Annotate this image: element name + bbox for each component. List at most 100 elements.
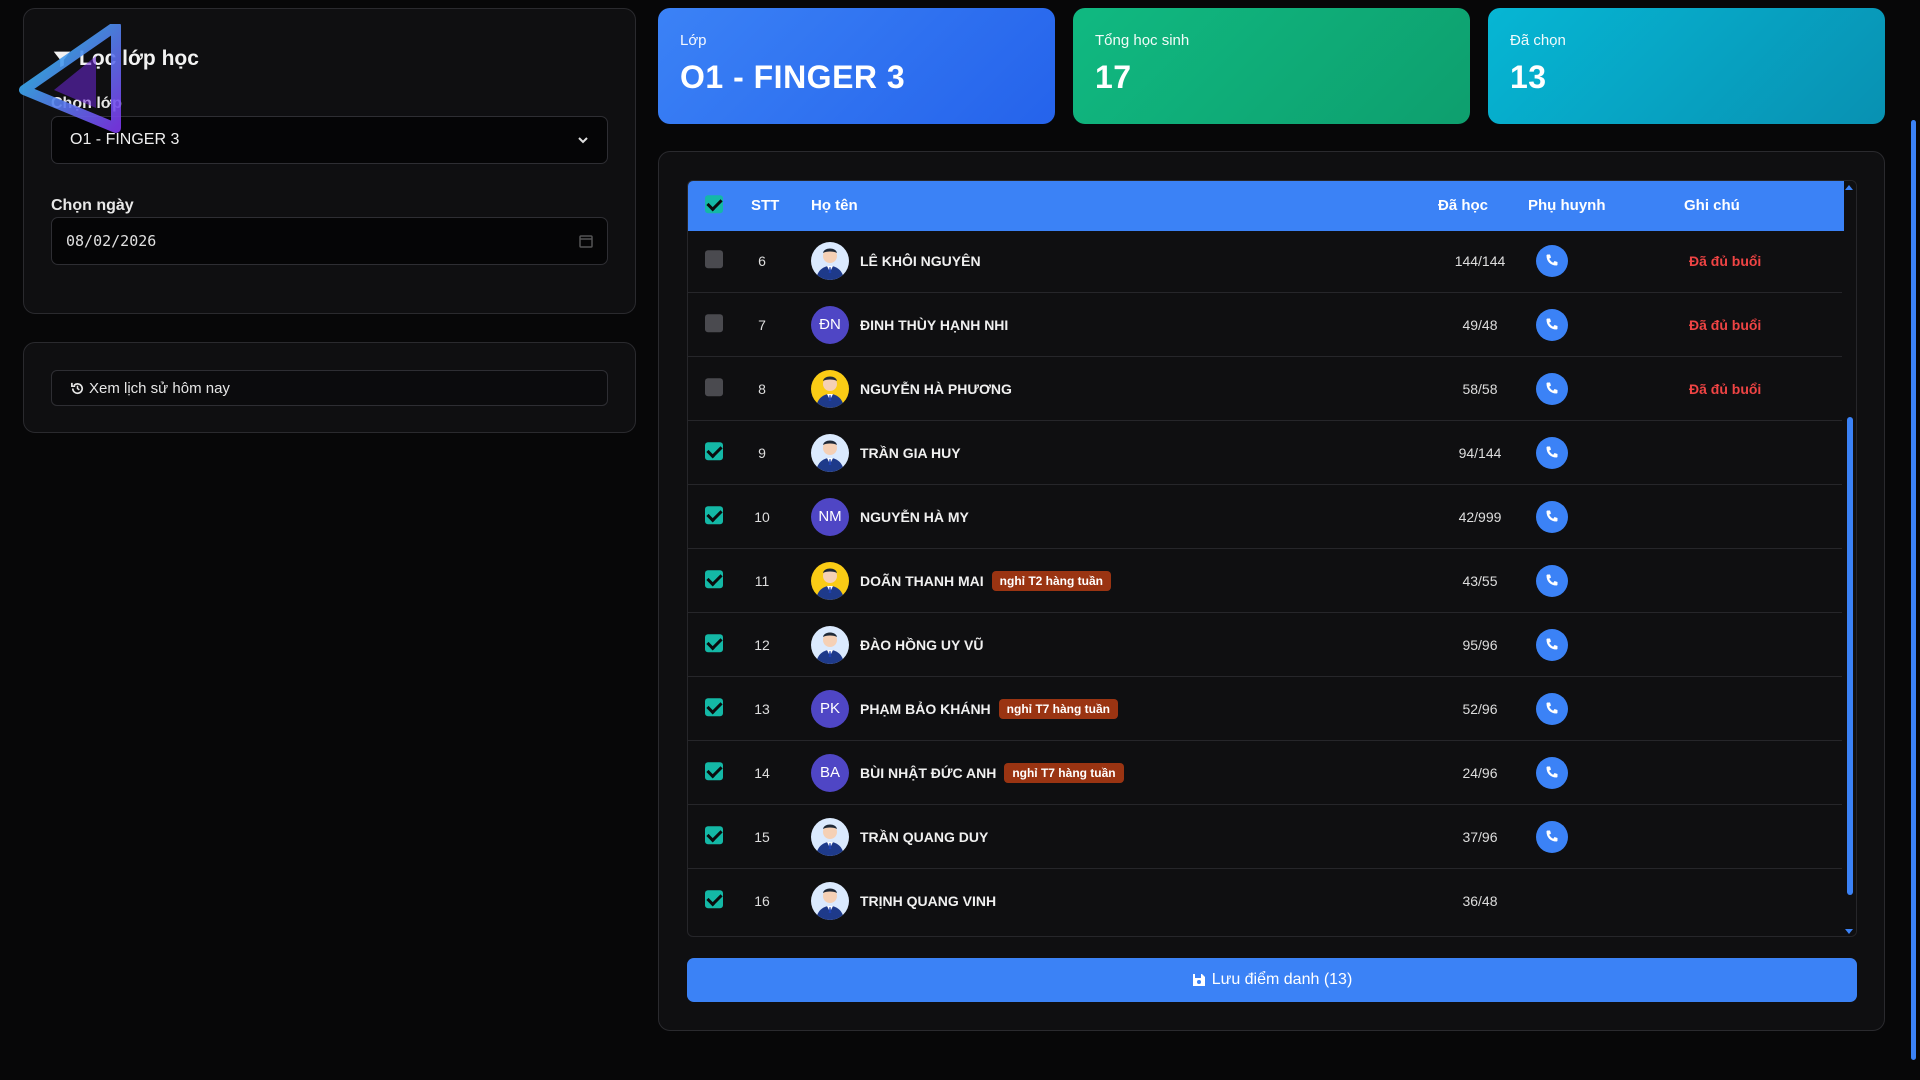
chevron-down-icon (578, 137, 588, 144)
floppy-disk-icon (1192, 974, 1205, 986)
student-name-text: TRẦN GIA HUY (860, 444, 961, 461)
call-parent-button[interactable] (1536, 244, 1568, 277)
stat-selected-label: Đã chọn (1510, 32, 1566, 49)
table-row[interactable]: 15 TRẦN QUANG DUY 37/96 (688, 804, 1844, 868)
call-parent-button[interactable] (1536, 820, 1568, 853)
row-stt: 16 (754, 892, 770, 909)
row-stt: 11 (754, 572, 770, 589)
row-checkbox[interactable] (705, 697, 723, 716)
attended-count: 49/48 (1462, 316, 1498, 333)
call-parent-button[interactable] (1536, 436, 1568, 469)
table-row[interactable]: 13 PK PHẠM BẢO KHÁNH nghỉ T7 hàng tuần 52… (688, 676, 1844, 740)
student-name: LÊ KHÔI NGUYÊN (860, 253, 981, 269)
call-parent-button[interactable] (1536, 500, 1568, 533)
row-stt: 7 (758, 316, 766, 333)
call-parent-button[interactable] (1536, 308, 1568, 341)
save-attendance-button[interactable]: Lưu điểm danh (13) (687, 958, 1857, 1002)
header-name: Họ tên (811, 197, 858, 214)
row-stt: 14 (754, 764, 770, 781)
phone-icon (1544, 573, 1560, 589)
attended-count: 37/96 (1462, 828, 1498, 845)
date-input-label: Chọn ngày (51, 197, 134, 214)
scroll-down-arrow[interactable] (1845, 929, 1853, 934)
stat-card-selected: Đã chọn 13 (1488, 8, 1885, 124)
student-name: TRỊNH QUANG VINH (860, 893, 996, 909)
row-checkbox[interactable] (705, 889, 723, 908)
row-checkbox[interactable] (705, 441, 723, 460)
stat-card-total-students: Tổng học sinh 17 (1073, 8, 1470, 124)
call-parent-button[interactable] (1536, 756, 1568, 789)
table-row[interactable]: 7 ĐN ĐINH THÙY HẠNH NHI 49/48 Đã đủ buổi (688, 292, 1844, 356)
page-scrollbar[interactable] (1911, 120, 1916, 1060)
student-name-text: PHẠM BẢO KHÁNH (860, 700, 991, 717)
call-parent-button[interactable] (1536, 628, 1568, 661)
table-row[interactable]: 14 BA BÙI NHẬT ĐỨC ANH nghỉ T7 hàng tuần … (688, 740, 1844, 804)
student-name-text: BÙI NHẬT ĐỨC ANH (860, 764, 997, 781)
student-name-text: ĐINH THÙY HẠNH NHI (860, 316, 1009, 333)
scroll-up-arrow[interactable] (1845, 185, 1853, 190)
header-attended: Đã học (1438, 197, 1489, 214)
select-all-checkbox[interactable] (705, 195, 723, 214)
table-scrollbar[interactable] (1842, 181, 1856, 936)
table-row[interactable]: 16 TRỊNH QUANG VINH 36/48 (688, 868, 1844, 932)
phone-icon (1544, 445, 1560, 461)
note-text: Đã đủ buổi (1689, 380, 1762, 397)
header-note: Ghi chú (1684, 197, 1740, 214)
attended-count: 43/55 (1462, 572, 1498, 589)
history-icon (71, 382, 83, 394)
row-checkbox[interactable] (705, 505, 723, 524)
date-input[interactable]: 08/02/2026 (51, 217, 608, 265)
row-stt: 6 (758, 252, 766, 269)
call-parent-button[interactable] (1536, 564, 1568, 597)
avatar-initials: ĐN (819, 316, 841, 333)
student-name-text: NGUYỄN HÀ MY (860, 508, 969, 525)
avatar-initials: BA (819, 764, 840, 781)
row-checkbox[interactable] (705, 377, 723, 396)
scroll-thumb[interactable] (1847, 417, 1853, 895)
student-name-text: DOÃN THANH MAI (860, 572, 984, 589)
table-row[interactable]: 10 NM NGUYỄN HÀ MY 42/999 (688, 484, 1844, 548)
note-text: Đã đủ buổi (1689, 316, 1762, 333)
calendar-icon[interactable] (579, 234, 593, 248)
table-row[interactable]: 11 DOÃN THANH MAI nghỉ T2 hàng tuần 43/55 (688, 548, 1844, 612)
table-row[interactable]: 12 ĐÀO HỒNG UY VŨ 95/96 (688, 612, 1844, 676)
student-name: DOÃN THANH MAI nghỉ T2 hàng tuần (860, 570, 1111, 591)
header-stt: STT (751, 197, 780, 214)
ai-logo (19, 24, 121, 133)
student-name: BÙI NHẬT ĐỨC ANH nghỉ T7 hàng tuần (860, 762, 1124, 783)
phone-icon (1544, 381, 1560, 397)
student-name: ĐINH THÙY HẠNH NHI (860, 317, 1008, 333)
row-checkbox[interactable] (705, 249, 723, 268)
table-row[interactable]: 9 TRẦN GIA HUY 94/144 (688, 420, 1844, 484)
attended-count: 95/96 (1462, 636, 1498, 653)
row-checkbox[interactable] (705, 569, 723, 588)
save-attendance-label: Lưu điểm danh (13) (1211, 971, 1353, 988)
attendance-panel: STT Họ tên Đã học Phụ huynh Ghi chú 6 LÊ… (658, 151, 1885, 1031)
student-avatar: BA (811, 753, 849, 792)
student-avatar (811, 561, 849, 600)
student-name-text: ĐÀO HỒNG UY VŨ (860, 636, 984, 653)
student-name-text: NGUYỄN HÀ PHƯƠNG (860, 380, 1012, 397)
view-history-button[interactable]: Xem lịch sử hôm nay (51, 370, 608, 406)
class-select[interactable]: O1 - FINGER 3 (51, 116, 608, 164)
table-row[interactable]: 8 NGUYỄN HÀ PHƯƠNG 58/58 Đã đủ buổi (688, 356, 1844, 420)
attended-count: 94/144 (1458, 444, 1502, 461)
row-checkbox[interactable] (705, 825, 723, 844)
row-stt: 8 (758, 380, 766, 397)
row-checkbox[interactable] (705, 761, 723, 780)
row-stt: 12 (754, 636, 770, 653)
call-parent-button[interactable] (1536, 372, 1568, 405)
call-parent-button[interactable] (1536, 692, 1568, 725)
row-checkbox[interactable] (705, 633, 723, 652)
student-avatar: NM (811, 497, 849, 536)
phone-icon (1544, 509, 1560, 525)
table-row[interactable]: 6 LÊ KHÔI NGUYÊN 144/144 Đã đủ buổi (688, 231, 1844, 292)
attended-count: 42/999 (1458, 508, 1502, 525)
avatar-initials: PK (819, 700, 840, 717)
absence-tag: nghỉ T7 hàng tuần (998, 698, 1118, 719)
student-name: NGUYỄN HÀ PHƯƠNG (860, 381, 1012, 397)
row-stt: 9 (758, 444, 766, 461)
stat-card-class: Lớp O1 - FINGER 3 (658, 8, 1055, 124)
row-checkbox[interactable] (705, 313, 723, 332)
row-stt: 10 (754, 508, 770, 525)
